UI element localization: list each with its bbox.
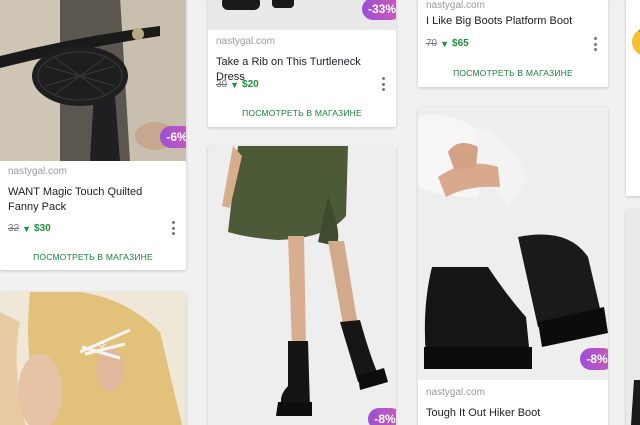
price: 70 ▼ $65 (426, 38, 469, 49)
product-image[interactable] (418, 107, 608, 380)
product-card[interactable]: -33% nastygal.com Take a Rib on This Tur… (208, 0, 396, 127)
store-name: nastygal.com (426, 0, 485, 11)
discount-badge: -8% (580, 348, 608, 370)
store-name: nastygal.com (426, 387, 485, 398)
new-price: $30 (34, 223, 51, 234)
discount-badge: -8% (368, 408, 396, 425)
view-in-store-link[interactable]: ПОСМОТРЕТЬ В МАГАЗИНЕ (418, 68, 608, 78)
price-down-icon: ▼ (230, 79, 240, 90)
svg-text:✧: ✧ (96, 338, 108, 354)
green-dress-boots-photo (208, 146, 396, 425)
product-image[interactable]: ✧ (0, 292, 186, 425)
more-vert-icon[interactable] (594, 37, 598, 51)
product-image[interactable] (0, 0, 186, 161)
more-vert-icon[interactable] (172, 221, 176, 235)
product-card-partial[interactable] (626, 210, 640, 425)
new-price: $65 (452, 38, 469, 49)
discount-badge: -33% (362, 0, 396, 20)
product-card[interactable]: -6% nastygal.com WANT Magic Touch Quilte… (0, 0, 186, 270)
old-price: 30 (216, 79, 228, 90)
price-down-icon: ▼ (440, 38, 450, 49)
fanny-pack-photo (0, 0, 186, 161)
hiker-boot-photo (418, 107, 608, 380)
product-title[interactable]: WANT Magic Touch Quilted Fanny Pack (8, 185, 162, 215)
product-card[interactable]: -8% (208, 146, 396, 425)
new-price: $20 (242, 79, 259, 90)
more-vert-icon[interactable] (382, 77, 386, 91)
price: 30 ▼ $20 (216, 79, 259, 90)
discount-badge: -6% (160, 126, 186, 148)
price: 32 ▼ $30 (8, 223, 51, 234)
old-price: 32 (8, 223, 20, 234)
product-card[interactable]: -8% nastygal.com Tough It Out Hiker Boot (418, 107, 608, 425)
store-name: nastygal.com (216, 36, 275, 47)
product-title[interactable]: I Like Big Boots Platform Boot (426, 14, 584, 29)
old-price: 70 (426, 38, 438, 49)
product-title[interactable]: Tough It Out Hiker Boot (426, 406, 584, 421)
view-in-store-link[interactable]: ПОСМОТРЕТЬ В МАГАЗИНЕ (0, 252, 186, 262)
hair-clip-photo: ✧ (0, 292, 186, 425)
product-card[interactable]: nastygal.com I Like Big Boots Platform B… (418, 0, 608, 87)
partial-product-photo (626, 0, 640, 196)
store-name: nastygal.com (8, 166, 67, 177)
product-card[interactable]: ✧ (0, 292, 186, 425)
partial-product-photo (626, 210, 640, 425)
view-in-store-link[interactable]: ПОСМОТРЕТЬ В МАГАЗИНЕ (208, 108, 396, 118)
product-image[interactable] (208, 146, 396, 425)
price-down-icon: ▼ (22, 223, 32, 234)
product-card-partial[interactable] (626, 0, 640, 196)
